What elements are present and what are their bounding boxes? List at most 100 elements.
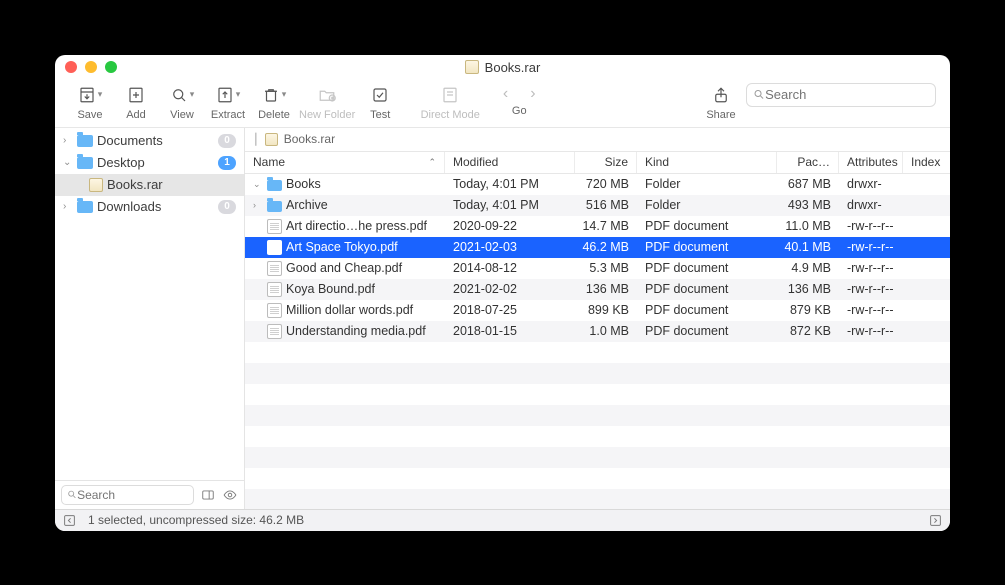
sidebar-search-input[interactable] [77,488,188,502]
minimize-button[interactable] [85,61,97,73]
path-bar[interactable]: ⎮ Books.rar [245,128,950,152]
column-packed[interactable]: Pac… [777,152,839,173]
document-icon [267,240,282,255]
window-title-text: Books.rar [485,60,541,75]
cell-packed: 40.1 MB [777,240,839,254]
window-controls [65,61,117,73]
table-row[interactable]: Koya Bound.pdf2021-02-02136 MBPDF docume… [245,279,950,300]
add-button[interactable]: Add [115,83,157,121]
table-row[interactable]: Art Space Tokyo.pdf2021-02-0346.2 MBPDF … [245,237,950,258]
zoom-button[interactable] [105,61,117,73]
back-icon[interactable]: ‹ [503,85,508,103]
forward-icon[interactable]: › [530,85,535,103]
save-button[interactable]: ▾ Save [69,83,111,121]
share-button[interactable]: Share [700,83,742,121]
table-row[interactable]: Good and Cheap.pdf2014-08-125.3 MBPDF do… [245,258,950,279]
cell-size: 1.0 MB [575,324,637,338]
statusbar-left-icon[interactable] [63,514,76,527]
file-name: Koya Bound.pdf [286,282,375,296]
cell-attributes: -rw-r--r-- [839,282,903,296]
toolbar-search-input[interactable] [765,87,929,102]
disclosure-icon[interactable]: ⌄ [63,157,73,168]
folder-icon [77,201,93,213]
cell-size: 899 KB [575,303,637,317]
column-modified[interactable]: Modified [445,152,575,173]
file-name: Understanding media.pdf [286,324,426,338]
cell-size: 516 MB [575,198,637,212]
sidebar-item-label: Documents [97,133,163,148]
column-index[interactable]: Index [903,152,950,173]
column-name[interactable]: Name⌃ [245,152,445,173]
table-row[interactable]: Million dollar words.pdf2018-07-25899 KB… [245,300,950,321]
table-row[interactable]: ⌄BooksToday, 4:01 PM720 MBFolder687 MBdr… [245,174,950,195]
document-icon [267,282,282,297]
toolbar-search[interactable] [746,83,936,121]
cell-modified: Today, 4:01 PM [445,198,575,212]
cell-packed: 879 KB [777,303,839,317]
file-name: Art directio…he press.pdf [286,219,427,233]
sidebar-search[interactable] [61,485,194,505]
document-icon [267,303,282,318]
app-window: Books.rar ▾ Save Add ▾ View [55,55,950,531]
extract-button[interactable]: ▾ Extract [207,83,249,121]
new-folder-button[interactable]: New Folder [299,83,355,121]
sidebar-item-label: Desktop [97,155,145,170]
count-badge: 1 [218,156,236,170]
test-button[interactable]: Test [359,83,401,121]
folder-icon [267,180,282,191]
status-bar: 1 selected, uncompressed size: 46.2 MB [55,509,950,531]
cell-modified: 2018-07-25 [445,303,575,317]
disclosure-icon[interactable]: › [253,200,263,210]
titlebar: Books.rar [55,55,950,81]
disclosure-icon[interactable]: › [63,201,73,212]
delete-button[interactable]: ▾ Delete [253,83,295,121]
table-row[interactable]: ›ArchiveToday, 4:01 PM516 MBFolder493 MB… [245,195,950,216]
sidebar-footer [55,480,244,509]
table-row[interactable]: Art directio…he press.pdf2020-09-2214.7 … [245,216,950,237]
cell-attributes: -rw-r--r-- [839,324,903,338]
sidebar-item-folder[interactable]: ›Downloads0 [55,196,244,218]
sidebar-item-folder[interactable]: ⌄ Desktop 1 [55,152,244,174]
cell-packed: 687 MB [777,177,839,191]
folder-icon [267,201,282,212]
sidebar-item-archive[interactable]: Books.rar [55,174,244,196]
go-button[interactable]: ‹ › Go [489,83,549,117]
disclosure-icon[interactable]: › [63,135,73,146]
view-button[interactable]: ▾ View [161,83,203,121]
cell-modified: Today, 4:01 PM [445,177,575,191]
disclosure-icon[interactable]: ⌄ [253,179,263,190]
cell-kind: PDF document [637,261,777,275]
window-title: Books.rar [55,60,950,75]
sidebar-item-label: Books.rar [107,177,163,192]
cell-modified: 2018-01-15 [445,324,575,338]
cell-attributes: -rw-r--r-- [839,240,903,254]
close-button[interactable] [65,61,77,73]
document-icon [267,261,282,276]
cell-modified: 2021-02-02 [445,282,575,296]
path-root-icon: ⎮ [253,133,259,146]
sidebar-item-folder[interactable]: › Documents 0 [55,130,244,152]
count-badge: 0 [218,134,236,148]
column-size[interactable]: Size [575,152,637,173]
column-attributes[interactable]: Attributes [839,152,903,173]
document-icon [267,219,282,234]
cell-packed: 493 MB [777,198,839,212]
column-kind[interactable]: Kind [637,152,777,173]
cell-attributes: -rw-r--r-- [839,261,903,275]
direct-mode-button[interactable]: Direct Mode [415,83,485,121]
cell-kind: PDF document [637,219,777,233]
sidebar-panel-icon[interactable] [200,487,216,503]
cell-attributes: drwxr- [839,177,903,191]
file-list[interactable]: ⌄BooksToday, 4:01 PM720 MBFolder687 MBdr… [245,174,950,509]
table-row[interactable]: Understanding media.pdf2018-01-151.0 MBP… [245,321,950,342]
sidebar-preview-icon[interactable] [222,487,238,503]
chevron-down-icon: ▾ [98,89,103,100]
file-name: Good and Cheap.pdf [286,261,402,275]
cell-packed: 872 KB [777,324,839,338]
statusbar-right-icon[interactable] [929,514,942,527]
path-crumb: Books.rar [284,132,335,146]
cell-attributes: drwxr- [839,198,903,212]
chevron-down-icon: ▾ [282,89,287,100]
cell-packed: 11.0 MB [777,219,839,233]
folder-icon [77,135,93,147]
